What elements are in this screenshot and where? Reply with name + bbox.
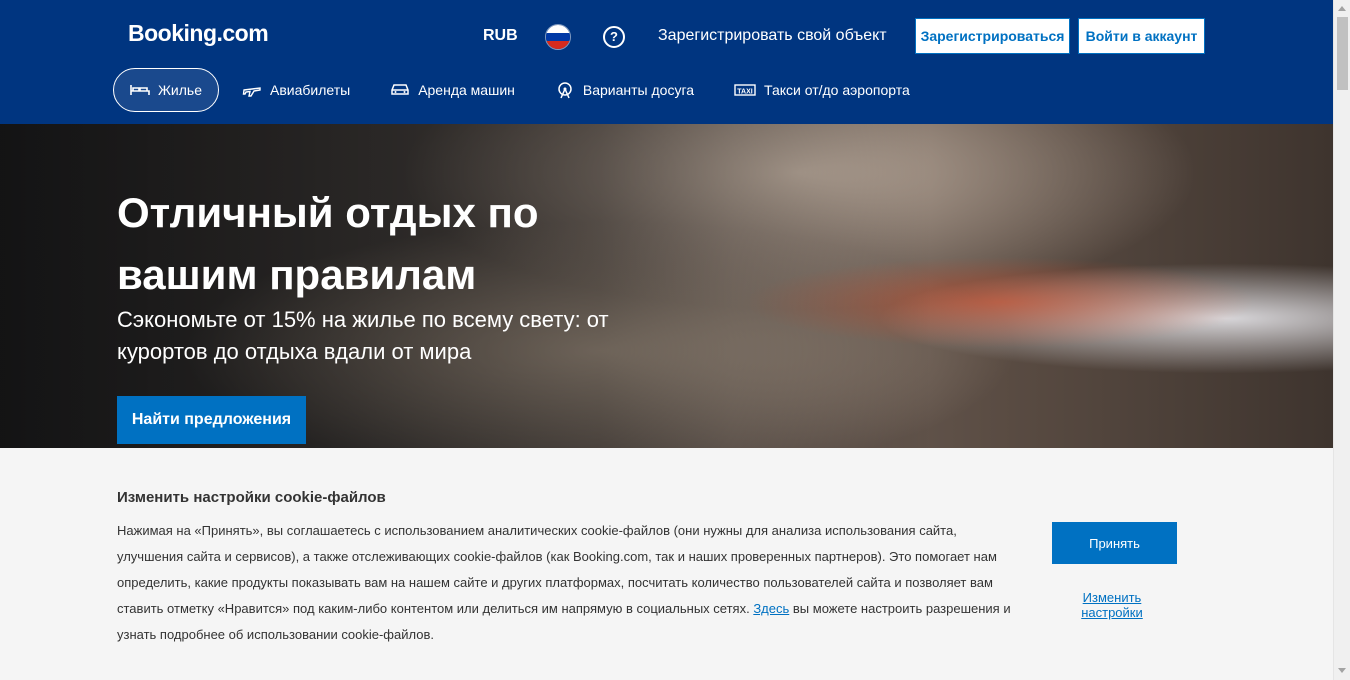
- find-deals-button[interactable]: Найти предложения: [117, 396, 306, 444]
- nav-item-stays[interactable]: Жилье: [113, 68, 219, 112]
- booking-logo[interactable]: Booking.com: [128, 20, 269, 47]
- taxi-icon: TAXI: [734, 84, 756, 96]
- currency-selector[interactable]: RUB: [483, 27, 518, 45]
- nav-item-label: Аренда машин: [418, 82, 515, 98]
- nav-item-label: Жилье: [158, 82, 202, 98]
- register-button[interactable]: Зарегистрироваться: [915, 18, 1070, 54]
- header: Booking.com RUB ? Зарегистрировать свой …: [0, 0, 1333, 124]
- nav-item-flights[interactable]: Авиабилеты: [225, 68, 367, 112]
- nav-item-label: Такси от/до аэропорта: [764, 82, 910, 98]
- attractions-icon: [558, 82, 572, 99]
- scroll-up-arrow-icon[interactable]: [1338, 6, 1346, 11]
- nav-item-car-rentals[interactable]: Аренда машин: [373, 68, 532, 112]
- car-icon: [391, 84, 409, 95]
- accept-cookies-button[interactable]: Принять: [1052, 522, 1177, 564]
- plane-icon: [242, 87, 261, 97]
- question-icon[interactable]: ?: [603, 26, 625, 48]
- scroll-down-arrow-icon[interactable]: [1338, 668, 1346, 673]
- sign-in-button[interactable]: Войти в аккаунт: [1078, 18, 1205, 54]
- nav-item-attractions[interactable]: Варианты досуга: [538, 68, 711, 112]
- hero-subtitle: Сэкономьте от 15% на жилье по всему свет…: [117, 307, 609, 364]
- cookie-title: Изменить настройки cookie-файлов: [117, 489, 386, 506]
- hero-banner: Отличный отдых по вашим правилам Сэконом…: [0, 124, 1333, 448]
- scroll-thumb[interactable]: [1337, 17, 1348, 90]
- list-property-link[interactable]: Зарегистрировать свой объект: [658, 27, 887, 45]
- russia-flag-icon[interactable]: [545, 24, 571, 50]
- svg-text:TAXI: TAXI: [737, 89, 752, 96]
- nav-item-label: Варианты досуга: [582, 82, 695, 98]
- product-nav: Жилье Авиабилеты Аренда машин Варианты д…: [113, 68, 933, 112]
- scrollbar[interactable]: [1333, 0, 1350, 680]
- cookie-here-link[interactable]: Здесь: [753, 601, 789, 616]
- nav-item-airport-taxis[interactable]: TAXI Такси от/до аэропорта: [717, 68, 927, 112]
- hero-title: Отличный отдых по вашим правилам: [117, 189, 539, 298]
- cookie-banner: Изменить настройки cookie-файлов Нажимая…: [0, 448, 1333, 680]
- cookie-settings-link[interactable]: Изменить настройки: [1062, 590, 1162, 620]
- bed-icon: [130, 85, 150, 95]
- nav-item-label: Авиабилеты: [270, 82, 351, 98]
- cookie-text: Нажимая на «Принять», вы соглашаетесь с …: [117, 518, 1022, 648]
